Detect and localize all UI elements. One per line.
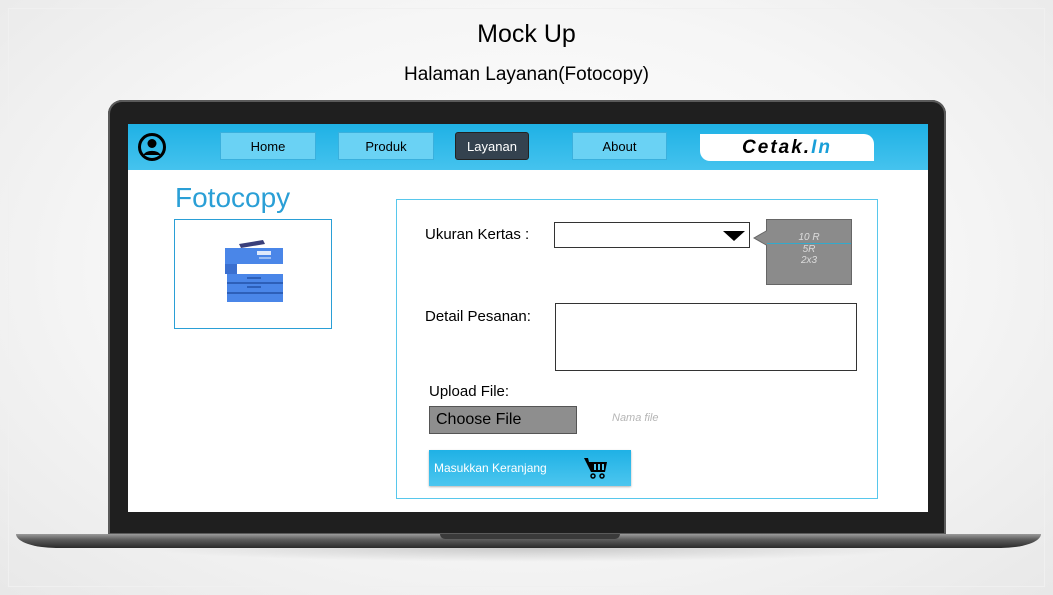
nav-layanan-button[interactable]: Layanan [455, 132, 529, 160]
paper-size-option[interactable]: 2x3 [767, 255, 851, 266]
paper-size-option[interactable]: 10 R [767, 232, 851, 244]
brand-logo: Cetak. In [700, 134, 874, 161]
page-title: Fotocopy [175, 182, 291, 213]
mockup-subtitle: Halaman Layanan(Fotocopy) [403, 64, 650, 85]
mockup-title: Mock Up [477, 20, 576, 48]
nav-about-button[interactable]: About [572, 132, 667, 160]
paper-size-label: Ukuran Kertas : [425, 226, 530, 243]
add-to-cart-button[interactable]: Masukkan Keranjang [429, 450, 631, 486]
laptop-shadow [140, 548, 920, 562]
brand-text-accent: In [811, 136, 832, 158]
paper-size-options-callout: 10 R 5R 2x3 [753, 219, 852, 285]
order-detail-textarea[interactable] [555, 303, 857, 371]
product-image-box [174, 219, 332, 329]
navbar: Home Produk Layanan About Cetak. In [128, 124, 928, 170]
photocopier-icon [225, 240, 283, 302]
shopping-cart-icon [584, 458, 607, 479]
paper-size-select[interactable] [554, 222, 750, 248]
nav-home-button[interactable]: Home [220, 132, 316, 160]
order-form: Ukuran Kertas : 10 R 5R 2x3 Detail Pesan… [396, 199, 878, 499]
dropdown-caret-icon[interactable] [723, 231, 745, 241]
brand-text: Cetak. [742, 136, 812, 158]
laptop-screen: Home Produk Layanan About Cetak. In Fotoc… [128, 124, 928, 512]
upload-file-label: Upload File: [429, 383, 510, 400]
file-name-placeholder: Nama file [612, 412, 659, 424]
laptop-notch [440, 534, 620, 539]
nav-produk-button[interactable]: Produk [338, 132, 434, 160]
user-account-icon[interactable] [138, 133, 166, 161]
choose-file-button[interactable]: Choose File [429, 406, 577, 434]
order-detail-label: Detail Pesanan: [425, 308, 531, 325]
add-to-cart-label: Masukkan Keranjang [434, 461, 547, 475]
paper-size-option[interactable]: 5R [767, 244, 851, 255]
